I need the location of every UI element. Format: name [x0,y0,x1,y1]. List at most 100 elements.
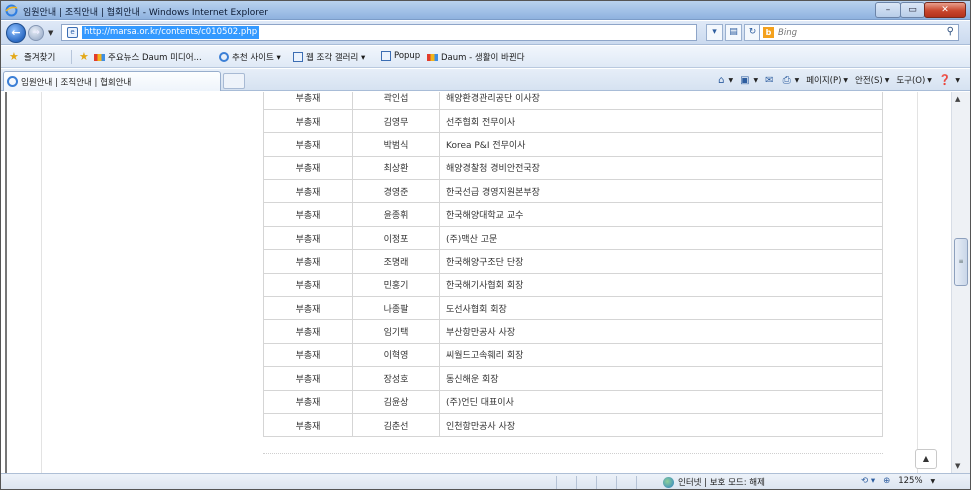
table-row: 부총재 나종팔 도선사협회 회장 [263,296,883,321]
fav-item-suggested-sites[interactable]: 추천 사이트 ▾ [219,51,281,63]
divider [71,50,72,64]
position-cell: 부총재 [263,296,353,321]
position-cell: 부총재 [263,343,353,368]
address-toolbar: ← → ▼ e http://marsa.or.kr/contents/c010… [1,21,970,45]
mail-icon: ✉ [765,74,774,86]
name-cell: 이정포 [352,226,440,251]
print-button[interactable]: ⎙ ▼ [783,75,800,86]
favorites-button[interactable]: ★ 즐겨찾기 [9,51,55,63]
ie-icon [7,76,18,87]
role-cell: (주)맥산 고문 [439,226,883,251]
role-cell: 한국해양구조단 단장 [439,249,883,274]
position-cell: 부총재 [263,249,353,274]
zoom-level[interactable]: 125% [898,476,922,486]
name-cell: 임기택 [352,319,440,344]
mail-button[interactable]: ✉ [765,75,775,86]
role-cell: 씨월드고속훼리 회장 [439,343,883,368]
forward-button[interactable]: → [28,25,44,41]
status-tools: ⟲ ▾ ⊕ 125% ▼ [861,476,935,486]
history-dropdown-icon[interactable]: ▼ [48,29,53,37]
name-cell: 윤종휘 [352,202,440,227]
help-icon: ❓ [938,74,952,86]
divider [556,476,557,489]
tab-active[interactable]: 임원안내 | 조직안내 | 협회안내 [3,71,221,91]
role-cell: 해양경찰청 경비안전국장 [439,156,883,181]
page-menu-label: 페이지(P) [806,76,842,86]
name-cell: 조명래 [352,249,440,274]
divider [576,476,577,489]
role-cell: 동신해운 회장 [439,366,883,391]
table-row: 부총재 장성호 동신해운 회장 [263,366,883,391]
table-row: 부총재 경영준 한국선급 경영지원본부장 [263,179,883,204]
position-cell: 부총재 [263,132,353,157]
browser-window: 임원안내 | 조직안내 | 협회안내 - Windows Internet Ex… [0,0,971,490]
name-cell: 김춘선 [352,413,440,438]
vertical-scrollbar[interactable]: ▲ ≡ ▼ [951,92,970,473]
search-icon[interactable]: ⚲ [947,26,954,37]
url-text[interactable]: http://marsa.or.kr/contents/c010502.php [82,26,260,39]
name-cell: 나종팔 [352,296,440,321]
tools-menu-label: 도구(O) [896,76,926,86]
position-cell: 부총재 [263,366,353,391]
fav-item-popup[interactable]: Popup [381,51,420,61]
security-zone[interactable]: 인터넷 | 보호 모드: 해제 [663,476,765,488]
address-dropdown-icon[interactable]: ▾ [706,24,723,41]
popup-blocker-icon[interactable]: ⟲ ▾ [861,476,875,486]
page-icon: e [67,27,78,38]
compatibility-view-icon[interactable]: ▤ [725,24,742,41]
role-cell: 해양환경관리공단 이사장 [439,92,883,110]
divider [263,453,883,454]
new-tab-button[interactable] [223,73,245,89]
title-bar: 임원안내 | 조직안내 | 협회안내 - Windows Internet Ex… [1,1,970,20]
close-button[interactable]: ✕ [924,2,966,18]
minimize-button[interactable]: – [875,2,901,18]
table-row: 부총재 이정포 (주)맥산 고문 [263,226,883,251]
role-cell: Korea P&I 전무이사 [439,132,883,157]
table-row: 부총재 김영무 선주협회 전무이사 [263,109,883,134]
position-cell: 부총재 [263,319,353,344]
scroll-thumb[interactable]: ≡ [954,238,968,286]
safety-menu[interactable]: 안전(S) ▼ [855,74,889,86]
maximize-button[interactable]: ▭ [900,2,925,18]
add-favorite-icon: ★ [79,50,89,63]
name-cell: 경영준 [352,179,440,204]
favorites-label: 즐겨찾기 [24,53,56,63]
divider [636,476,637,489]
role-cell: 한국해기사협회 회장 [439,273,883,298]
tools-menu[interactable]: 도구(O) ▼ [896,74,932,86]
position-cell: 부총재 [263,390,353,414]
zoom-dropdown-icon[interactable]: ▼ [931,478,936,485]
position-cell: 부총재 [263,92,353,110]
page-menu[interactable]: 페이지(P) ▼ [806,74,848,86]
role-cell: 도선사협회 회장 [439,296,883,321]
name-cell: 박범식 [352,132,440,157]
table-row: 부총재 김윤상 (주)언딘 대표이사 [263,390,883,414]
fav-item-daum[interactable]: Daum - 생활이 바뀐다 [427,51,525,63]
position-cell: 부총재 [263,273,353,298]
fav-item-label: Popup [394,51,421,61]
role-cell: (주)언딘 대표이사 [439,390,883,414]
role-cell: 인천항만공사 사장 [439,413,883,438]
search-box[interactable]: b ⚲ [759,24,959,41]
scroll-up-icon[interactable]: ▲ [955,95,960,103]
feeds-button[interactable]: ▣ ▼ [740,75,758,86]
scroll-down-icon[interactable]: ▼ [955,462,960,470]
star-icon: ★ [9,50,19,63]
table-row: 부총재 임기택 부산항만공사 사장 [263,319,883,344]
news-icon [427,53,438,61]
scroll-to-top-button[interactable]: ▲ [915,449,937,469]
help-button[interactable]: ❓ ▼ [939,75,960,86]
zoom-icon[interactable]: ⊕ [883,476,890,486]
print-icon: ⎙ [782,74,791,86]
safety-menu-label: 안전(S) [855,76,883,86]
fav-item-news[interactable]: ★ 주요뉴스 Daum 미디어... [79,51,202,63]
address-bar[interactable]: e http://marsa.or.kr/contents/c010502.ph… [61,24,697,41]
home-icon: ⌂ [718,74,725,86]
search-input[interactable] [778,26,928,39]
name-cell: 민홍기 [352,273,440,298]
home-button[interactable]: ⌂ ▼ [718,75,733,86]
back-button[interactable]: ← [6,23,26,43]
fav-item-web-slice[interactable]: 웹 조각 갤러리 ▾ [293,51,365,63]
name-cell: 김윤상 [352,390,440,414]
window-title: 임원안내 | 조직안내 | 협회안내 - Windows Internet Ex… [23,8,268,18]
